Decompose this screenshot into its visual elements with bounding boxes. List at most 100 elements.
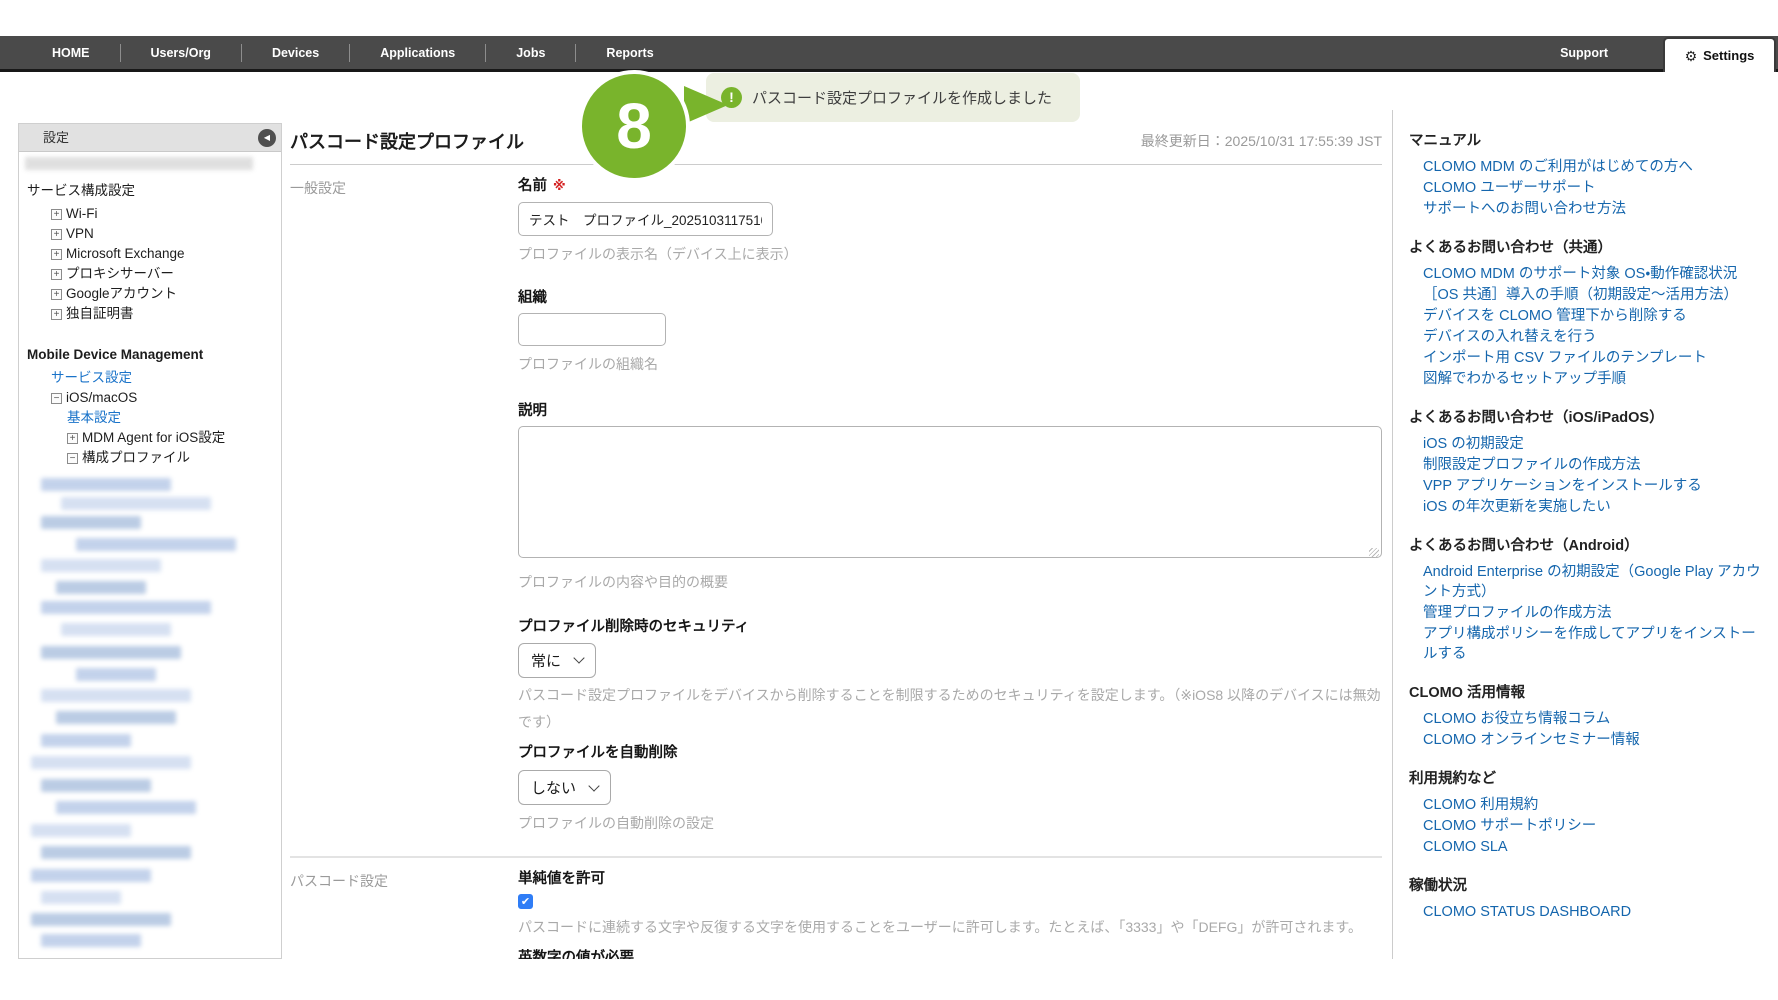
tree-item-wi-fi[interactable]: +Wi-Fi [27,204,281,224]
name-label: 名前 [518,178,547,194]
removal-security-helper: パスコード設定プロファイルをデバイスから削除することを制限するためのセキュリティ… [518,682,1382,737]
tree-item--[interactable]: −構成プロファイル [27,448,281,468]
redacted-block [41,478,171,491]
tree-item-label: 独自証明書 [66,306,134,321]
help-link[interactable]: デバイスの入れ替えを行う [1409,327,1764,347]
tree-item-google-[interactable]: +Googleアカウント [27,284,281,304]
auto-remove-field: プロファイルを自動削除 しない プロファイルの自動削除の設定 [518,744,1382,837]
main-content: パスコード設定プロファイル 最終更新日：2025/10/31 17:55:39 … [290,123,1382,959]
help-link[interactable]: Android Enterprise の初期設定（Google Play アカウ… [1409,562,1764,602]
required-mark: ※ [553,178,566,193]
organization-input[interactable] [518,313,666,346]
help-link[interactable]: 図解でわかるセットアップ手順 [1409,369,1764,389]
tree-item--[interactable]: + 独自証明書 [27,304,281,324]
nav-item-reports[interactable]: Reports [576,44,683,62]
tree-item--[interactable]: +プロキシサーバー [27,264,281,284]
settings-sidebar: 設定 ◀ サービス構成設定+Wi-Fi+VPN+Microsoft Exchan… [18,123,282,959]
help-link[interactable]: CLOMO MDM のサポート対象 OS・動作確認状況 [1409,264,1764,284]
help-link[interactable]: VPP アプリケーションをインストールする [1409,476,1764,496]
chevron-down-icon [573,653,584,664]
nav-item-devices[interactable]: Devices [242,44,350,62]
redacted-block [56,711,176,724]
help-link[interactable]: CLOMO オンラインセミナー情報 [1409,730,1764,750]
help-link[interactable]: 制限設定プロファイルの作成方法 [1409,455,1764,475]
expand-icon[interactable]: + [51,289,62,300]
removal-security-select[interactable]: 常に [518,643,596,678]
help-link[interactable]: CLOMO SLA [1409,837,1764,857]
allow-simple-helper: パスコードに連続する文字や反復する文字を使用することをユーザーに許可します。たと… [518,914,1382,941]
success-toast: ! パスコード設定プロファイルを作成しました [706,73,1080,122]
expand-icon[interactable]: + [67,433,78,444]
nav-item-applications[interactable]: Applications [350,44,486,62]
general-settings-section: 一般設定 名前※ プロファイルの表示名（デバイス上に表示） 組織 プロファイルの… [290,165,1382,838]
help-link[interactable]: iOS の初期設定 [1409,434,1764,454]
expand-icon[interactable]: + [51,209,62,220]
nav-item-jobs[interactable]: Jobs [486,44,576,62]
redacted-row [25,157,253,170]
help-link[interactable]: CLOMO ユーザーサポート [1409,178,1764,198]
nav-item-users-org[interactable]: Users/Org [121,44,242,62]
help-link[interactable]: アプリ構成ポリシーを作成してアプリをインストールする [1409,624,1764,664]
help-link[interactable]: CLOMO STATUS DASHBOARD [1409,902,1764,922]
removal-security-field: プロファイル削除時のセキュリティ 常に パスコード設定プロファイルをデバイスから… [518,618,1382,737]
redacted-block [41,846,191,859]
help-section-title: よくあるお問い合わせ（Android） [1409,537,1764,556]
organization-label: 組織 [518,290,547,306]
collapse-icon[interactable]: − [67,453,78,464]
tree-item-ios-macos[interactable]: −iOS/macOS [27,388,281,408]
nav-item-home[interactable]: HOME [22,44,121,62]
help-link[interactable]: CLOMO サポートポリシー [1409,816,1764,836]
expand-icon[interactable]: + [51,269,62,280]
step-annotation-badge: 8 [578,70,690,182]
tree-item-mdm-agent-for-ios-[interactable]: +MDM Agent for iOS設定 [27,428,281,448]
tree-item-microsoft-exchange[interactable]: +Microsoft Exchange [27,244,281,264]
description-textarea[interactable] [518,426,1382,558]
help-section-title: 稼働状況 [1409,877,1764,896]
help-link[interactable]: サポートへのお問い合わせ方法 [1409,199,1764,219]
help-link[interactable]: CLOMO MDM のご利用がはじめての方へ [1409,157,1764,177]
help-link[interactable]: CLOMO 利用規約 [1409,795,1764,815]
organization-helper: プロファイルの組織名 [518,351,1382,378]
redacted-block [41,891,121,904]
nav-item-support[interactable]: Support [1560,46,1608,60]
redacted-block [41,646,181,659]
redacted-block [76,668,156,681]
passcode-settings-section: パスコード設定 単純値を許可 ✔ パスコードに連続する文字や反復する文字を使用す… [290,858,1382,959]
expand-icon[interactable]: + [51,229,62,240]
last-updated-timestamp: 最終更新日：2025/10/31 17:55:39 JST [1141,131,1382,151]
tree-item--[interactable]: サービス設定 [27,368,281,388]
sidebar-collapse-button[interactable]: ◀ [258,129,276,147]
auto-remove-select[interactable]: しない [518,770,611,805]
help-link[interactable]: ［OS 共通］導入の手順（初期設定～活用方法） [1409,285,1764,305]
removal-security-label: プロファイル削除時のセキュリティ [518,619,749,635]
name-input[interactable] [518,202,773,236]
tree-item-vpn[interactable]: +VPN [27,224,281,244]
expand-icon[interactable]: + [51,249,62,260]
help-link[interactable]: CLOMO お役立ち情報コラム [1409,709,1764,729]
help-section-title: CLOMO 活用情報 [1409,684,1764,703]
name-helper: プロファイルの表示名（デバイス上に表示） [518,241,1382,268]
redacted-block [31,913,171,926]
collapse-icon[interactable]: − [51,393,62,404]
redacted-block [31,869,151,882]
expand-icon[interactable]: + [51,309,62,320]
nav-items: HOMEUsers/OrgDevicesApplicationsJobsRepo… [22,43,684,63]
help-link[interactable]: 管理プロファイルの作成方法 [1409,603,1764,623]
help-link[interactable]: iOS の年次更新を実施したい [1409,497,1764,517]
allow-simple-checkbox[interactable]: ✔ [518,894,533,909]
tree-item-label: 構成プロファイル [82,450,190,465]
removal-security-value: 常に [531,650,561,671]
redacted-block [41,559,161,572]
help-panel: マニュアルCLOMO MDM のご利用がはじめての方へCLOMO ユーザーサポー… [1392,110,1772,959]
sidebar-header-label: 設定 [43,130,69,145]
chevron-down-icon [588,780,599,791]
tree-item-label: サービス設定 [51,370,132,385]
main-header: パスコード設定プロファイル 最終更新日：2025/10/31 17:55:39 … [290,123,1382,165]
help-section-title: よくあるお問い合わせ（共通） [1409,239,1764,258]
help-link[interactable]: インポート用 CSV ファイルのテンプレート [1409,348,1764,368]
description-textarea-wrap [518,426,1382,563]
tab-settings[interactable]: ⚙ Settings [1663,37,1776,72]
redacted-block [41,601,211,614]
help-link[interactable]: デバイスを CLOMO 管理下から削除する [1409,306,1764,326]
tree-item--[interactable]: 基本設定 [27,408,281,428]
